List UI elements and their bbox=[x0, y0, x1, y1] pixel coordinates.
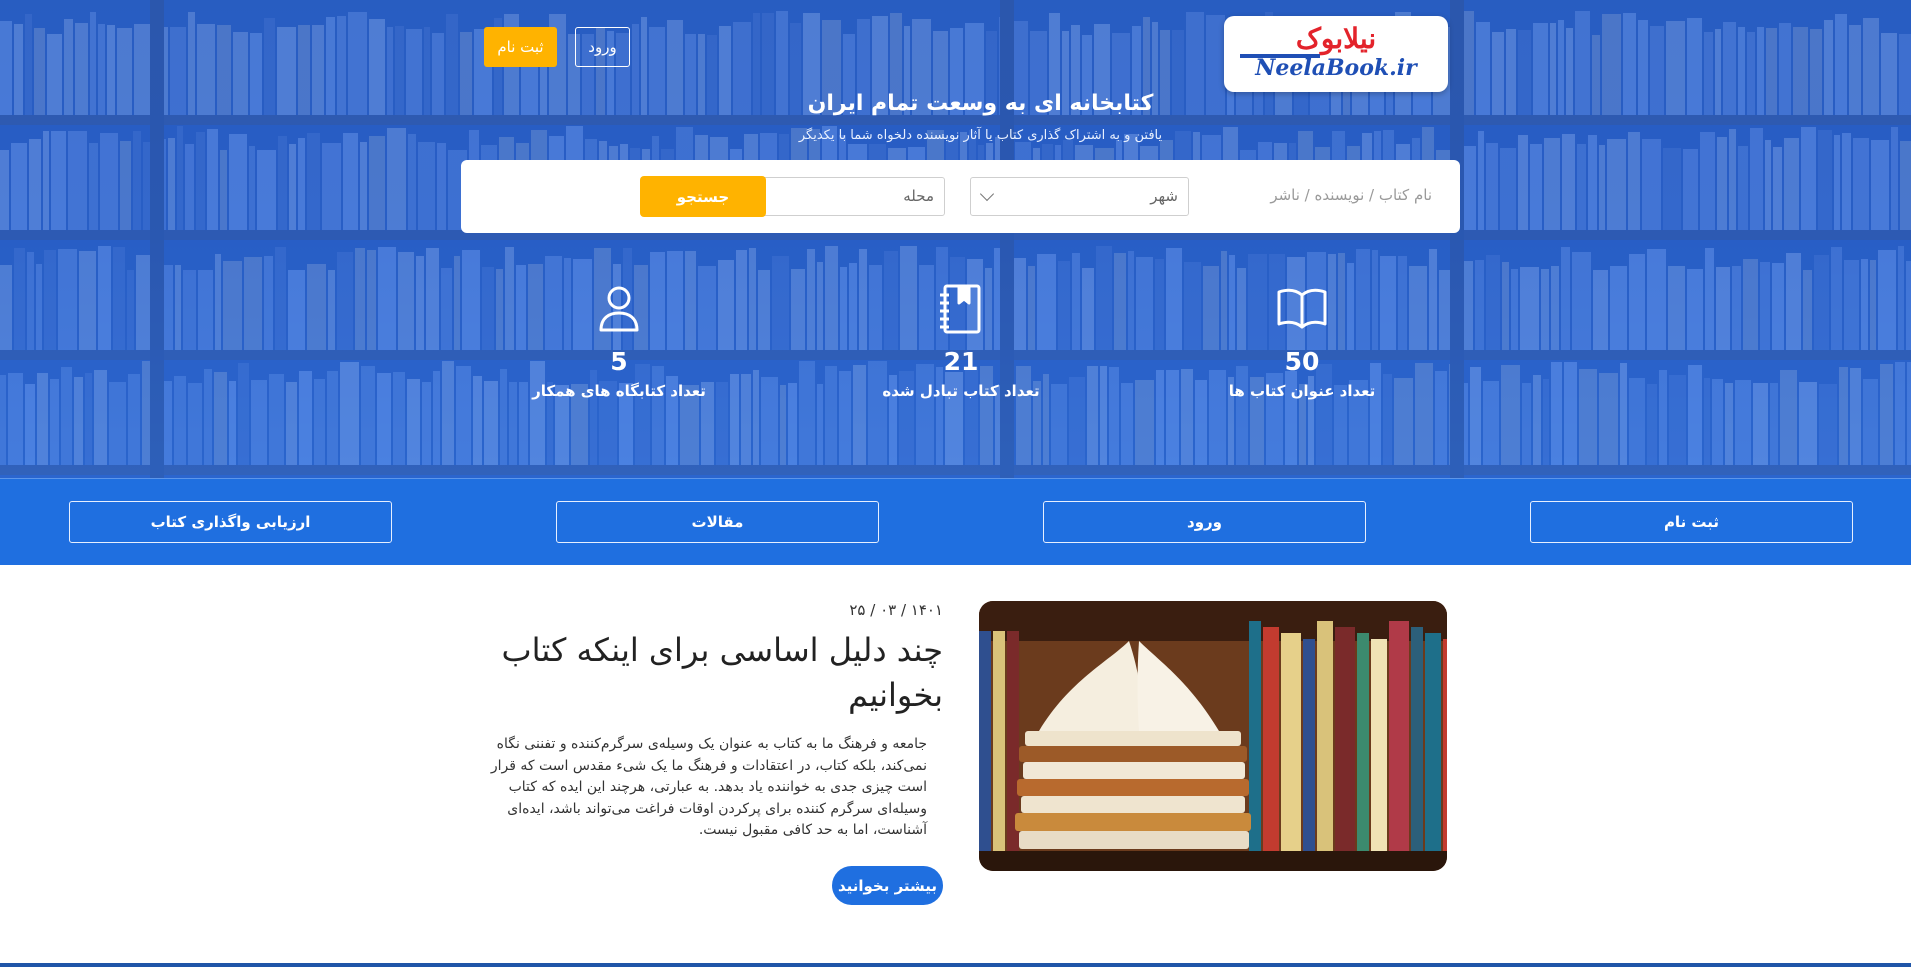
stat-partner-libraries: 5 تعداد کتابگاه های همکار bbox=[489, 283, 749, 400]
hero-overlay bbox=[0, 0, 1911, 478]
open-book-icon bbox=[1277, 288, 1327, 329]
article-title[interactable]: چند دلیل اساسی برای اینکه کتاب بخوانیم bbox=[460, 628, 943, 718]
search-panel: نام کتاب / نویسنده / ناشر شهر محله جستجو bbox=[461, 160, 1460, 233]
nav-articles[interactable]: مقالات bbox=[556, 501, 879, 543]
nav-book-assessment[interactable]: ارزیابی واگذاری کتاب bbox=[69, 501, 392, 543]
search-input[interactable]: نام کتاب / نویسنده / ناشر bbox=[1232, 186, 1432, 204]
stat-value: 50 bbox=[1284, 347, 1320, 376]
article-image[interactable] bbox=[979, 601, 1447, 871]
stat-label: تعداد کتابگاه های همکار bbox=[532, 382, 706, 400]
main-navbar: ثبت نام ورود مقالات ارزیابی واگذاری کتاب bbox=[0, 478, 1911, 565]
stat-label: تعداد کتاب تبادل شده bbox=[882, 382, 1040, 400]
logo-english-text: NeelaBook.ir bbox=[1255, 55, 1417, 81]
user-icon bbox=[599, 286, 639, 332]
area-select-label: محله bbox=[903, 187, 934, 205]
footer-divider bbox=[0, 963, 1911, 967]
stat-book-titles: 50 تعداد عنوان کتاب ها bbox=[1172, 283, 1432, 400]
city-select-label: شهر bbox=[1150, 187, 1178, 205]
chevron-down-icon bbox=[979, 186, 995, 202]
search-button[interactable]: جستجو bbox=[640, 176, 766, 217]
article-date: ۲۵ / ۰۳ / ۱۴۰۱ bbox=[849, 601, 943, 619]
logo-persian-text: نیلابوک bbox=[1295, 22, 1377, 55]
login-button[interactable]: ورود bbox=[575, 27, 630, 67]
nav-login[interactable]: ورود bbox=[1043, 501, 1366, 543]
hero-title: کتابخانه ای به وسعت تمام ایران bbox=[807, 91, 1154, 116]
register-button[interactable]: ثبت نام bbox=[484, 27, 557, 67]
books-photo bbox=[979, 601, 1447, 871]
stat-label: تعداد عنوان کتاب ها bbox=[1228, 382, 1376, 400]
city-select[interactable]: شهر bbox=[970, 177, 1189, 216]
logo-underline bbox=[1240, 54, 1320, 58]
stat-exchanged-books: 21 تعداد کتاب تبادل شده bbox=[831, 283, 1091, 400]
site-logo[interactable]: نیلابوک NeelaBook.ir bbox=[1224, 16, 1448, 92]
nav-register[interactable]: ثبت نام bbox=[1530, 501, 1853, 543]
notebook-icon bbox=[940, 284, 981, 334]
article-body: جامعه و فرهنگ ما به کتاب به عنوان یک وسی… bbox=[490, 736, 927, 838]
stat-value: 5 bbox=[610, 347, 628, 376]
stat-value: 21 bbox=[943, 347, 979, 376]
hero-subtitle: یافتن و به اشتراک گذاری کتاب یا آثار نوی… bbox=[798, 128, 1163, 143]
read-more-button[interactable]: بیشتر بخوانید bbox=[832, 866, 943, 905]
hero-section: نیلابوک NeelaBook.ir ورود ثبت نام کتابخا… bbox=[0, 0, 1911, 478]
